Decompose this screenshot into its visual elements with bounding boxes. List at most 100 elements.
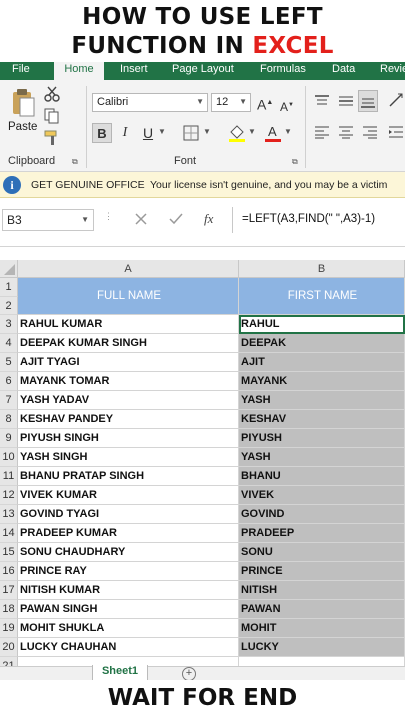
align-left-icon[interactable] [314, 125, 330, 139]
sheet-tab-sheet1[interactable]: Sheet1 [92, 665, 148, 681]
cell-full-name[interactable]: GOVIND TYAGI [18, 505, 239, 524]
cell-full-name[interactable]: LUCKY CHAUHAN [18, 638, 239, 657]
header-cell-full-name[interactable]: FULL NAME [18, 278, 239, 315]
header-cell-first-name[interactable]: FIRST NAME [239, 278, 405, 315]
tab-home[interactable]: Home [54, 62, 104, 81]
chevron-down-icon[interactable]: ▼ [203, 127, 211, 136]
name-box[interactable]: B3 ▼ [2, 209, 94, 231]
cell-first-name[interactable]: VIVEK [239, 486, 405, 505]
clipboard-launcher-icon[interactable]: ⧉ [72, 157, 78, 167]
cell-first-name[interactable]: PRINCE [239, 562, 405, 581]
row-header[interactable]: 19 [0, 619, 18, 638]
bold-button[interactable]: B [92, 123, 112, 143]
cell-first-name[interactable]: PRADEEP [239, 524, 405, 543]
column-header-b[interactable]: B [239, 260, 405, 278]
font-size-select[interactable]: 12 ▼ [211, 93, 251, 112]
row-header[interactable]: 11 [0, 467, 18, 486]
row-header[interactable]: 14 [0, 524, 18, 543]
chevron-down-icon[interactable]: ▼ [284, 127, 292, 136]
row-header[interactable]: 4 [0, 334, 18, 353]
font-color-icon[interactable]: A [264, 123, 282, 143]
cell-first-name[interactable]: SONU [239, 543, 405, 562]
cell-first-name[interactable]: GOVIND [239, 505, 405, 524]
cell-first-name[interactable]: BHANU [239, 467, 405, 486]
row-header[interactable]: 7 [0, 391, 18, 410]
cell-full-name[interactable]: DEEPAK KUMAR SINGH [18, 334, 239, 353]
cell-full-name[interactable]: AJIT TYAGI [18, 353, 239, 372]
cell-first-name[interactable]: KESHAV [239, 410, 405, 429]
cell-full-name[interactable]: VIVEK KUMAR [18, 486, 239, 505]
row-header[interactable]: 12 [0, 486, 18, 505]
row-header[interactable]: 10 [0, 448, 18, 467]
cell-first-name[interactable]: PIYUSH [239, 429, 405, 448]
format-painter-icon[interactable] [44, 130, 60, 146]
cell-first-name[interactable]: RAHUL [239, 315, 405, 334]
align-middle-icon[interactable] [338, 94, 354, 108]
formula-input[interactable]: =LEFT(A3,FIND(" ",A3)-1) [242, 213, 375, 225]
tab-formulas[interactable]: Formulas [260, 62, 306, 80]
tab-page-layout[interactable]: Page Layout [172, 62, 234, 80]
tab-file[interactable]: File [12, 62, 30, 80]
fill-color-icon[interactable] [228, 123, 246, 143]
font-name-select[interactable]: Calibri ▼ [92, 93, 208, 112]
tab-data[interactable]: Data [332, 62, 355, 80]
align-right-icon[interactable] [362, 125, 378, 139]
cell-full-name[interactable]: MAYANK TOMAR [18, 372, 239, 391]
italic-button[interactable]: I [117, 125, 133, 141]
row-header-2[interactable]: 2 [0, 296, 18, 315]
column-header-a[interactable]: A [18, 260, 239, 278]
shrink-font-button[interactable]: A▼ [280, 97, 294, 115]
paste-icon[interactable] [8, 88, 36, 118]
cell-first-name[interactable]: YASH [239, 391, 405, 410]
row-header[interactable]: 9 [0, 429, 18, 448]
enter-icon[interactable] [168, 212, 184, 226]
add-sheet-icon[interactable]: + [182, 667, 196, 681]
row-header[interactable]: 8 [0, 410, 18, 429]
cell-first-name[interactable]: AJIT [239, 353, 405, 372]
borders-icon[interactable] [183, 125, 199, 141]
indent-icon[interactable] [388, 125, 404, 139]
grow-font-button[interactable]: A▲ [257, 95, 273, 113]
cell-full-name[interactable]: KESHAV PANDEY [18, 410, 239, 429]
tab-insert[interactable]: Insert [120, 62, 148, 80]
cell-full-name[interactable]: SONU CHAUDHARY [18, 543, 239, 562]
cut-icon[interactable] [44, 86, 60, 102]
cell-first-name[interactable]: LUCKY [239, 638, 405, 657]
cell-full-name[interactable]: YASH SINGH [18, 448, 239, 467]
copy-icon[interactable] [44, 108, 60, 124]
align-center-icon[interactable] [338, 125, 354, 139]
orientation-icon[interactable] [388, 92, 404, 108]
underline-button[interactable]: U [140, 125, 156, 141]
select-all-corner[interactable] [0, 260, 18, 278]
cell-first-name[interactable]: NITISH [239, 581, 405, 600]
cell-first-name[interactable]: DEEPAK [239, 334, 405, 353]
cell-full-name[interactable]: PRINCE RAY [18, 562, 239, 581]
cell-full-name[interactable]: RAHUL KUMAR [18, 315, 239, 334]
cell-first-name[interactable]: PAWAN [239, 600, 405, 619]
row-header[interactable]: 13 [0, 505, 18, 524]
row-header[interactable]: 6 [0, 372, 18, 391]
row-header[interactable]: 16 [0, 562, 18, 581]
align-bottom-icon[interactable] [358, 90, 378, 112]
cell-full-name[interactable]: YASH YADAV [18, 391, 239, 410]
paste-button[interactable]: Paste [8, 121, 37, 133]
cell-first-name[interactable]: MOHIT [239, 619, 405, 638]
cell-full-name[interactable]: NITISH KUMAR [18, 581, 239, 600]
cancel-icon[interactable] [134, 212, 148, 226]
chevron-down-icon[interactable]: ▼ [158, 127, 166, 136]
row-header[interactable]: 17 [0, 581, 18, 600]
row-header[interactable]: 20 [0, 638, 18, 657]
cell-full-name[interactable]: PAWAN SINGH [18, 600, 239, 619]
tab-review[interactable]: Revie [380, 62, 405, 80]
cell-first-name[interactable]: MAYANK [239, 372, 405, 391]
cell-first-name[interactable]: YASH [239, 448, 405, 467]
row-header[interactable]: 3 [0, 315, 18, 334]
row-header[interactable]: 15 [0, 543, 18, 562]
cell-full-name[interactable]: MOHIT SHUKLA [18, 619, 239, 638]
row-header-1[interactable]: 1 [0, 278, 18, 297]
cell-full-name[interactable]: PIYUSH SINGH [18, 429, 239, 448]
insert-function-button[interactable]: fx [204, 211, 213, 227]
cell-full-name[interactable]: BHANU PRATAP SINGH [18, 467, 239, 486]
row-header[interactable]: 5 [0, 353, 18, 372]
align-top-icon[interactable] [314, 94, 330, 108]
